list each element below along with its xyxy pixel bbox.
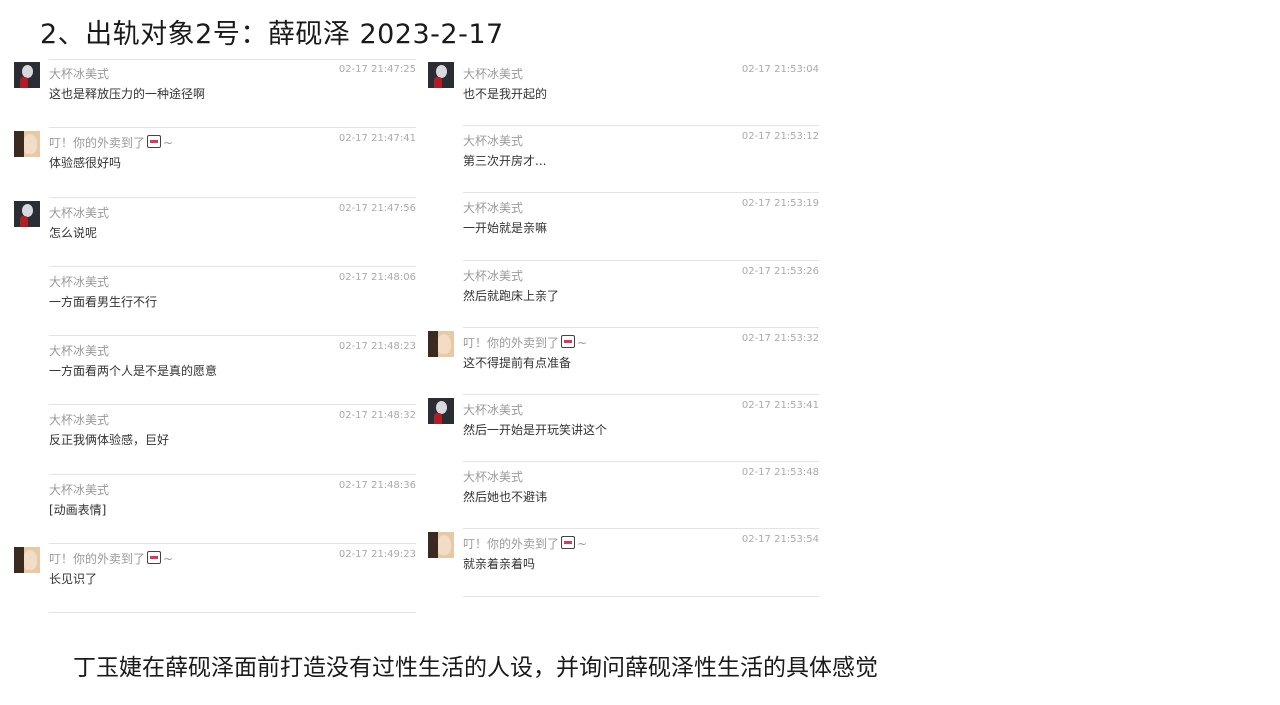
sender-name: 大杯冰美式	[49, 67, 110, 81]
chat-message: 大杯冰美式 02-17 21:53:19 一开始就是亲嘛	[428, 193, 819, 261]
avatar	[14, 131, 40, 158]
sender-name: 大杯冰美式	[463, 67, 524, 81]
timestamp: 02-17 21:53:19	[741, 198, 819, 210]
chat-message: 大杯冰美式 02-17 21:53:26 然后就跑床上亲了	[428, 261, 819, 328]
sender-suffix: ~	[163, 552, 174, 567]
chat-message: 大杯冰美式 02-17 21:48:06 一方面看男生行不行	[14, 267, 416, 337]
sender-name: 大杯冰美式	[49, 482, 110, 497]
chat-message: 叮！你的外卖到了 ~ 02-17 21:47:41 体验感很好吗	[14, 128, 416, 198]
sender-suffix: ~	[577, 537, 588, 552]
message-text: 长见识了	[49, 572, 98, 587]
sender-name: 大杯冰美式	[49, 413, 110, 428]
caption: 丁玉婕在薛砚泽面前打造没有过性生活的人设，并询问薛砚泽性生活的具体感觉	[73, 655, 878, 681]
timestamp: 02-17 21:53:04	[741, 64, 819, 75]
timestamp: 02-17 21:48:32	[338, 410, 416, 422]
timestamp: 02-17 21:47:56	[338, 202, 416, 214]
message-text: 然后一开始是开玩笑讲这个	[463, 422, 608, 437]
sender-name-text: 叮！你的外卖到了	[49, 552, 146, 567]
avatar	[428, 532, 454, 559]
avatar	[428, 62, 454, 88]
sender-name: 大杯冰美式	[463, 268, 524, 283]
timestamp: 02-17 21:47:41	[338, 133, 416, 145]
message-text: 然后她也不避讳	[463, 490, 548, 505]
message-text: 一开始就是亲嘛	[463, 221, 548, 236]
sender-suffix: ~	[577, 335, 588, 350]
message-text: 第三次开房才...	[463, 154, 547, 169]
page-title: 2、出轨对象2号：薛砚泽 2023-2-17	[40, 19, 504, 50]
timestamp: 02-17 21:48:23	[338, 341, 416, 353]
message-text: 也不是我开起的	[463, 87, 548, 101]
chat-message: 大杯冰美式 02-17 21:53:12 第三次开房才...	[428, 126, 819, 194]
message-text: 然后就跑床上亲了	[463, 288, 560, 303]
chat-message: 叮！你的外卖到了 ~ 02-17 21:53:54 就亲着亲着吗	[428, 529, 819, 597]
message-text: 怎么说呢	[49, 225, 98, 240]
sender-name: 叮！你的外卖到了 ~	[463, 535, 587, 552]
sender-name: 大杯冰美式	[463, 402, 524, 417]
takeout-bag-icon	[561, 334, 576, 348]
avatar	[428, 330, 454, 357]
chat-message: 大杯冰美式 02-17 21:53:04 也不是我开起的	[428, 59, 819, 127]
timestamp: 02-17 21:48:36	[338, 479, 416, 491]
message-text: 反正我俩体验感，巨好	[49, 433, 170, 448]
sender-name: 大杯冰美式	[49, 274, 110, 289]
sender-name: 大杯冰美式	[49, 205, 110, 220]
message-text: 这不得提前有点准备	[463, 355, 572, 370]
chat-message: 叮！你的外卖到了 ~ 02-17 21:49:23 长见识了	[14, 544, 416, 614]
takeout-bag-icon	[147, 551, 162, 565]
sender-name: 大杯冰美式	[49, 344, 110, 359]
message-text: 体验感很好吗	[49, 156, 122, 171]
chat-message: 大杯冰美式 02-17 21:48:23 一方面看两个人是不是真的愿意	[14, 336, 416, 406]
avatar	[14, 547, 40, 574]
takeout-bag-icon	[147, 135, 162, 149]
timestamp: 02-17 21:49:23	[338, 549, 416, 561]
message-text: 这也是释放压力的一种途径啊	[49, 87, 206, 101]
chat-message: 大杯冰美式 02-17 21:53:41 然后一开始是开玩笑讲这个	[428, 395, 819, 463]
message-text: 就亲着亲着吗	[463, 557, 536, 572]
chat-log-left: 大杯冰美式 02-17 21:47:25 这也是释放压力的一种途径啊 叮！你的外…	[14, 59, 416, 621]
sender-name: 大杯冰美式	[463, 470, 524, 485]
message-text: 一方面看两个人是不是真的愿意	[49, 364, 218, 379]
timestamp: 02-17 21:53:26	[741, 265, 819, 277]
sender-name-text: 叮！你的外卖到了	[463, 335, 560, 350]
timestamp: 02-17 21:53:54	[741, 534, 819, 546]
message-text: 一方面看男生行不行	[49, 294, 158, 309]
chat-log-right: 大杯冰美式 02-17 21:53:04 也不是我开起的 大杯冰美式 02-17…	[428, 59, 819, 599]
avatar	[14, 200, 40, 227]
chat-message: 大杯冰美式 02-17 21:48:36 [动画表情]	[14, 475, 416, 545]
timestamp: 02-17 21:53:48	[741, 467, 819, 479]
sender-name-text: 叮！你的外卖到了	[463, 537, 560, 552]
timestamp: 02-17 21:53:12	[741, 131, 819, 143]
avatar	[428, 397, 454, 424]
timestamp: 02-17 21:53:32	[741, 332, 819, 344]
sender-name: 叮！你的外卖到了 ~	[463, 334, 587, 351]
chat-message: 大杯冰美式 02-17 21:47:25 这也是释放压力的一种途径啊	[14, 59, 416, 129]
sender-name-text: 叮！你的外卖到了	[49, 136, 146, 151]
sender-name: 叮！你的外卖到了 ~	[49, 134, 173, 151]
timestamp: 02-17 21:53:41	[741, 399, 819, 411]
timestamp: 02-17 21:48:06	[338, 271, 416, 283]
sender-name: 大杯冰美式	[463, 134, 524, 149]
takeout-bag-icon	[561, 536, 576, 550]
timestamp: 02-17 21:47:25	[338, 64, 416, 75]
sender-name: 叮！你的外卖到了 ~	[49, 550, 173, 567]
avatar	[14, 62, 40, 88]
sender-name: 大杯冰美式	[463, 201, 524, 216]
chat-message: 大杯冰美式 02-17 21:53:48 然后她也不避讳	[428, 462, 819, 530]
sender-suffix: ~	[163, 136, 174, 151]
chat-message: 叮！你的外卖到了 ~ 02-17 21:53:32 这不得提前有点准备	[428, 328, 819, 396]
chat-message: 大杯冰美式 02-17 21:47:56 怎么说呢	[14, 198, 416, 268]
chat-message: 大杯冰美式 02-17 21:48:32 反正我俩体验感，巨好	[14, 405, 416, 476]
message-text: [动画表情]	[49, 502, 107, 517]
